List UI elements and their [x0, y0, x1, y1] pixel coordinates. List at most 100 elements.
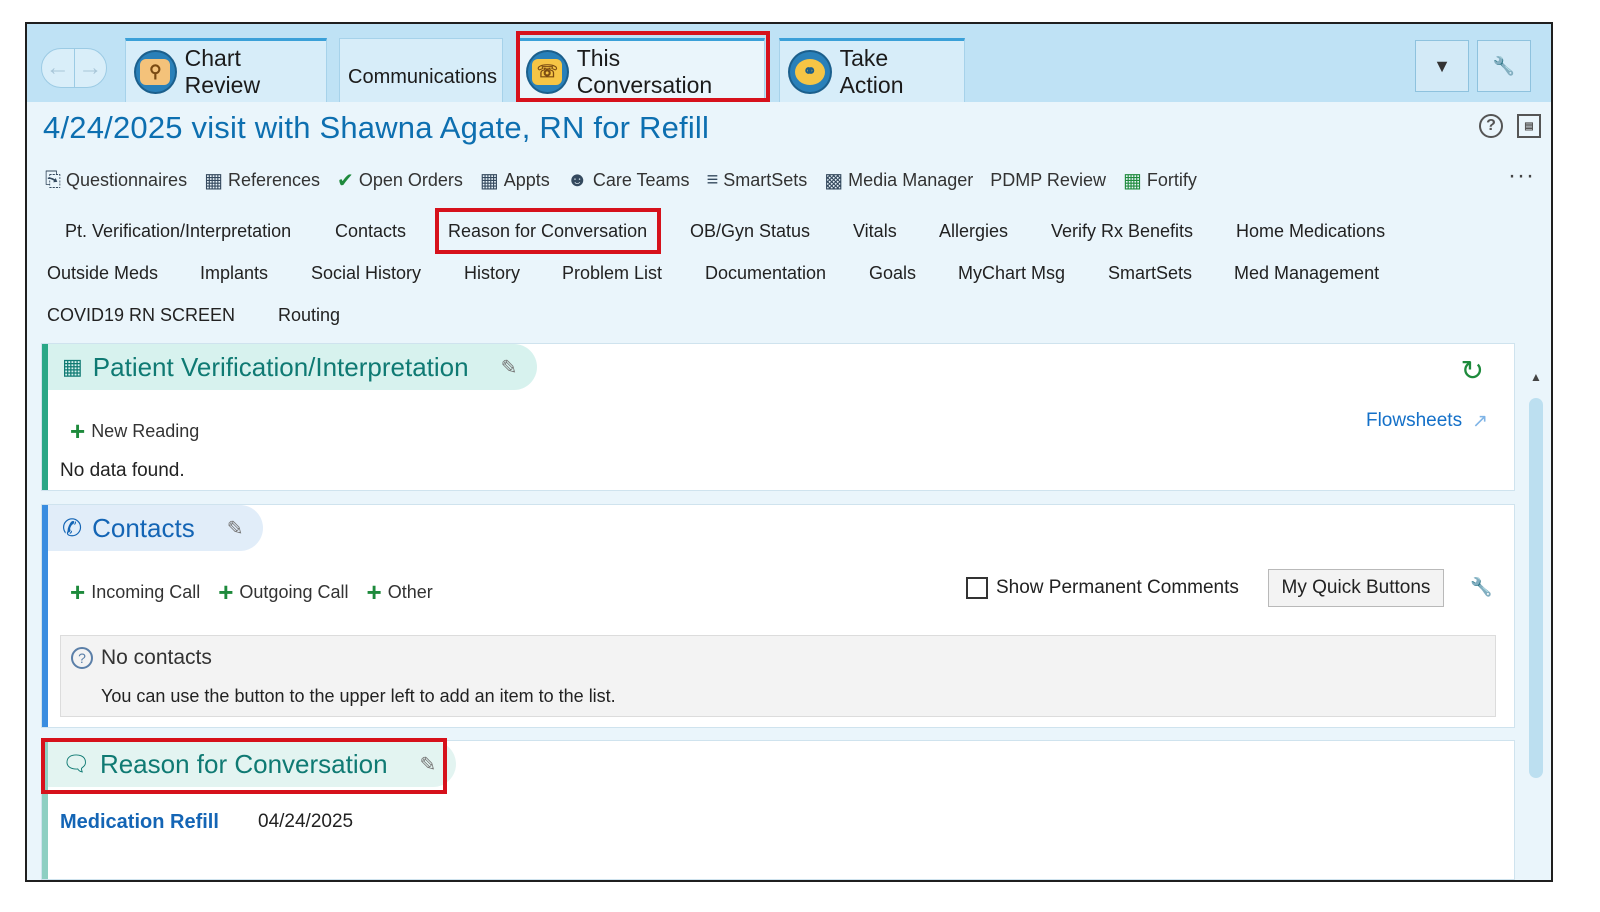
toolbar-label: Fortify — [1146, 169, 1197, 190]
smartsets-button[interactable]: ≡ SmartSets — [707, 169, 808, 192]
link-label: Flowsheets — [1365, 410, 1463, 431]
section-contacts: ✆ Contacts ✎ + Incoming Call + Outgoing Ca… — [41, 504, 1515, 728]
activity-links-row-1: Pt. Verification/Interpretation Contacts… — [27, 221, 1527, 249]
show-permanent-comments[interactable]: Show Permanent Comments — [966, 577, 1239, 599]
toolbar-label: References — [227, 169, 321, 190]
button-label: New Reading — [91, 420, 200, 441]
link-verify-rx-benefits[interactable]: Verify Rx Benefits — [1051, 221, 1193, 242]
reason-date: 04/24/2025 — [258, 811, 354, 832]
vertical-scrollbar[interactable]: ▲ — [1529, 370, 1543, 880]
incoming-call-button[interactable]: + Incoming Call — [70, 579, 200, 605]
media-icon: ▩ — [824, 169, 844, 192]
link-outside-meds[interactable]: Outside Meds — [47, 263, 158, 284]
button-label: Other — [387, 581, 433, 602]
link-pt-verification[interactable]: Pt. Verification/Interpretation — [65, 221, 291, 242]
reason-item[interactable]: Medication Refill — [60, 811, 219, 834]
window-icon[interactable]: ▤ — [1517, 114, 1541, 138]
tab-communications[interactable]: Communications — [339, 38, 503, 102]
stethoscope-icon: ⚭ — [788, 49, 832, 94]
help-icon[interactable]: ? — [1479, 114, 1503, 138]
open-orders-button[interactable]: ✔ Open Orders — [337, 168, 463, 193]
forward-arrow-icon[interactable]: → — [75, 49, 107, 87]
checkbox[interactable] — [966, 577, 988, 599]
section-title: Contacts — [92, 512, 195, 543]
link-med-management[interactable]: Med Management — [1234, 263, 1379, 284]
plus-icon: + — [366, 577, 382, 607]
appointments-icon: ▦ — [479, 169, 499, 192]
conversation-icon: 🗨 — [62, 751, 90, 776]
table-grid-icon: ▦ — [62, 354, 83, 379]
more-options-button[interactable]: ··· — [1508, 162, 1535, 190]
tab-chart-review[interactable]: ⚲ Chart Review — [125, 38, 327, 102]
link-routing[interactable]: Routing — [278, 305, 340, 326]
page-title: 4/24/2025 visit with Shawna Agate, RN fo… — [43, 110, 710, 145]
link-mychart-msg[interactable]: MyChart Msg — [958, 263, 1065, 284]
appts-button[interactable]: ▦ Appts — [480, 168, 550, 193]
other-contact-button[interactable]: + Other — [367, 579, 433, 605]
care-teams-button[interactable]: ☻ Care Teams — [567, 169, 690, 192]
my-quick-buttons-button[interactable]: My Quick Buttons — [1268, 569, 1444, 607]
wrench-icon: 🔧 — [1492, 55, 1516, 76]
no-data-text: No data found. — [60, 460, 185, 481]
link-covid19-rn-screen[interactable]: COVID19 RN SCREEN — [47, 305, 235, 326]
tab-this-conversation[interactable]: ☏ This Conversation — [517, 38, 765, 102]
tab-settings-button[interactable]: 🔧 — [1477, 40, 1531, 92]
scroll-thumb[interactable] — [1529, 398, 1543, 778]
tab-take-action[interactable]: ⚭ Take Action — [779, 38, 965, 102]
link-goals[interactable]: Goals — [869, 263, 916, 284]
section-patient-verification: ▦ Patient Verification/Interpretation ✎ … — [41, 343, 1515, 491]
link-social-history[interactable]: Social History — [311, 263, 421, 284]
wrench-icon[interactable]: 🔧 — [1470, 577, 1492, 598]
toolbar-label: Care Teams — [592, 169, 690, 190]
tab-dropdown-button[interactable]: ▼ — [1415, 40, 1469, 92]
outgoing-call-button[interactable]: + Outgoing Call — [218, 579, 348, 605]
toolbar-label: Media Manager — [848, 169, 974, 190]
section-header: ▦ Patient Verification/Interpretation ✎ — [48, 344, 538, 390]
references-button[interactable]: ▦ References — [204, 168, 320, 193]
pencil-icon[interactable]: ✎ — [420, 752, 437, 777]
books-icon: ▦ — [204, 169, 223, 192]
link-smartsets[interactable]: SmartSets — [1108, 263, 1192, 284]
pdmp-review-button[interactable]: PDMP Review — [990, 170, 1106, 191]
pencil-icon[interactable]: ✎ — [501, 355, 518, 380]
pencil-icon[interactable]: ✎ — [227, 516, 244, 541]
toolbar-label: SmartSets — [723, 169, 808, 190]
tab-label: Take Action — [839, 44, 904, 98]
link-reason-for-conversation[interactable]: Reason for Conversation — [448, 221, 647, 242]
back-arrow-icon[interactable]: ← — [42, 49, 75, 87]
telephone-icon: ☏ — [526, 49, 569, 94]
media-manager-button[interactable]: ▩ Media Manager — [824, 168, 973, 193]
chart-review-icon: ⚲ — [134, 49, 177, 94]
flowsheets-link[interactable]: Flowsheets ↗ — [1366, 410, 1488, 433]
toolbar-label: Appts — [503, 169, 550, 190]
link-history[interactable]: History — [464, 263, 520, 284]
tab-bar: ← → ⚲ Chart Review Communications ☏ This… — [27, 24, 1551, 102]
fortify-button[interactable]: ▦ Fortify — [1123, 168, 1197, 193]
link-allergies[interactable]: Allergies — [939, 221, 1008, 242]
phone-icon: ✆ — [62, 514, 83, 542]
no-contacts-text: No contacts — [101, 646, 212, 669]
contact-add-buttons: + Incoming Call + Outgoing Call + Other — [70, 579, 433, 605]
link-contacts[interactable]: Contacts — [335, 221, 406, 242]
new-reading-button[interactable]: + New Reading — [70, 418, 199, 444]
plus-icon: + — [70, 416, 86, 446]
tab-label: This Conversation — [576, 44, 713, 98]
activity-toolbar: ⎘ Questionnaires ▦ References ✔ Open Orders… — [45, 165, 1197, 195]
link-problem-list[interactable]: Problem List — [562, 263, 662, 284]
link-ob-gyn-status[interactable]: OB/Gyn Status — [690, 221, 810, 242]
external-link-icon: ↗ — [1472, 411, 1488, 432]
link-implants[interactable]: Implants — [200, 263, 268, 284]
refresh-icon[interactable]: ↻ — [1461, 354, 1484, 387]
button-label: Incoming Call — [91, 581, 201, 602]
questionnaires-button[interactable]: ⎘ Questionnaires — [45, 169, 187, 192]
link-documentation[interactable]: Documentation — [705, 263, 826, 284]
toolbar-label: PDMP Review — [990, 169, 1106, 190]
link-home-medications[interactable]: Home Medications — [1236, 221, 1385, 242]
section-header: 🗨 Reason for Conversation ✎ — [48, 741, 457, 787]
section-reason-for-conversation: 🗨 Reason for Conversation ✎ Medication R… — [41, 740, 1515, 880]
link-vitals[interactable]: Vitals — [853, 221, 897, 242]
questionnaire-icon: ⎘ — [45, 168, 61, 191]
people-icon: ☻ — [566, 168, 588, 191]
empty-contacts-box: ? No contacts You can use the button to … — [60, 635, 1496, 717]
scroll-up-arrow-icon[interactable]: ▲ — [1530, 370, 1542, 384]
